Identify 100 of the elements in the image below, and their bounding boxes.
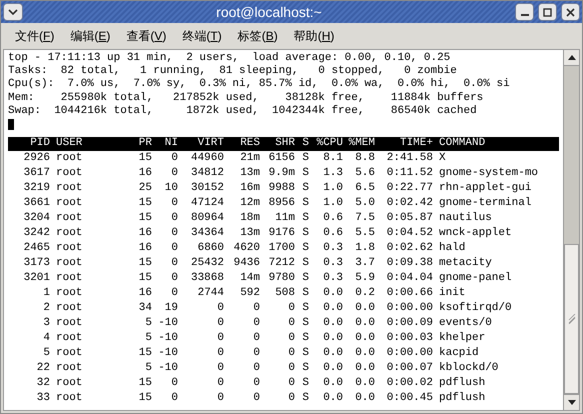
table-cell-text: 0.2 (354, 286, 375, 300)
table-cell-text: 0 (287, 362, 295, 376)
table-cell-text: 0.0 (322, 332, 343, 346)
table-cell-text: S (301, 182, 309, 196)
table-cell-text: 34812 (190, 166, 224, 180)
table-cell-text: S (301, 272, 309, 286)
table-cell-text: 3204 (22, 212, 50, 226)
window-menu-button[interactable] (3, 3, 23, 21)
table-cell-text: 5 (42, 346, 50, 360)
menu-item[interactable]: 终端(T) (176, 25, 228, 47)
table-cell-text: gnome-panel (438, 272, 513, 286)
table-cell-text: 0 (252, 376, 260, 390)
table-cell-text: 0:05.87 (386, 212, 433, 226)
table-cell-text: root (55, 182, 84, 196)
column-header: %CPU (316, 137, 343, 151)
table-cell-text: 0 (170, 392, 178, 406)
summary-line: Cpu(s): 7.0% us, 7.0% sy, 0.3% ni, 85.7% id, 0.0% wa, 0.0% hi, 0.0% si (8, 78, 511, 92)
table-cell-text: 0 (216, 376, 224, 390)
table-cell-text: 16 (138, 226, 152, 240)
table-cell-text: -10 (157, 332, 178, 346)
table-cell-text: 0 (287, 332, 295, 346)
column-header: S (301, 137, 309, 151)
minimize-button[interactable] (515, 3, 534, 21)
table-cell-text: S (301, 286, 309, 300)
menu-item[interactable]: 帮助(H) (288, 25, 340, 47)
table-cell-text: root (55, 242, 84, 256)
column-header: RES (239, 137, 260, 151)
table-cell-text: 5.6 (354, 166, 375, 180)
table-cell-text: 16m (239, 182, 260, 196)
table-cell-text: S (301, 196, 309, 210)
table-cell-text: 0.0 (322, 376, 343, 390)
scroll-up-button[interactable] (564, 50, 579, 66)
table-cell-text: 508 (274, 286, 295, 300)
table-cell-text: S (301, 302, 309, 316)
arrow-up-icon (568, 55, 576, 60)
table-cell-text: 5 (144, 332, 152, 346)
scroll-down-button[interactable] (564, 394, 579, 410)
table-cell-text: 0 (216, 362, 224, 376)
table-cell-text: root (55, 152, 84, 166)
chevron-down-icon (8, 8, 18, 16)
table-cell-text: 0:00.02 (386, 376, 433, 390)
table-cell-text: 30152 (190, 182, 224, 196)
table-cell-text: 0.0 (322, 392, 343, 406)
table-cell-text: 2:41.58 (386, 152, 433, 166)
table-cell-text: 34364 (190, 226, 224, 240)
table-cell-text: nautilus (438, 212, 493, 226)
table-cell-text: 15 (138, 152, 152, 166)
table-cell-text: 10 (164, 182, 178, 196)
table-cell-text: 0 (252, 392, 260, 406)
menu-item[interactable]: 查看(V) (120, 25, 172, 47)
table-cell-text: 0 (287, 302, 295, 316)
column-header: NI (164, 137, 178, 151)
table-cell-text: 9.9m (268, 166, 295, 180)
table-cell-text: 0.0 (354, 392, 375, 406)
table-cell-text: 0 (287, 392, 295, 406)
table-cell-text: 0.3 (322, 242, 343, 256)
table-cell-text: 0.3 (322, 256, 343, 270)
table-cell-text: 12m (239, 196, 260, 210)
table-cell-text: 3661 (22, 196, 50, 210)
summary-line: Tasks: 82 total, 1 running, 81 sleeping, 0 stopped, 0 zombie (8, 65, 458, 78)
table-cell-text: 80964 (190, 212, 224, 226)
table-cell-text: 0.0 (354, 362, 375, 376)
table-cell-text: 7212 (268, 256, 295, 270)
table-cell-text: pdflush (438, 376, 486, 390)
table-cell-text: S (301, 362, 309, 376)
table-cell-text: 33868 (190, 272, 224, 286)
table-cell-text: 0.0 (322, 302, 343, 316)
menu-item[interactable]: 编辑(E) (64, 25, 116, 47)
table-cell-text: -10 (157, 362, 178, 376)
table-cell-text: 0 (216, 392, 224, 406)
table-cell-text: kacpid (438, 346, 480, 360)
summary-line: top - 17:11:13 up 31 min, 2 users, load average: 0.00, 0.10, 0.25 (8, 52, 452, 65)
column-header: %MEM (348, 137, 375, 151)
table-cell-text: 22 (36, 362, 50, 376)
table-cell-text: S (301, 226, 309, 240)
table-cell-text: 44960 (190, 152, 224, 166)
table-cell-text: 32 (36, 376, 50, 390)
menu-item[interactable]: 文件(F) (9, 25, 60, 47)
menu-item[interactable]: 标签(B) (232, 25, 284, 47)
scroll-thumb[interactable] (564, 244, 579, 394)
table-cell-text: 15 (138, 376, 152, 390)
close-button[interactable] (561, 3, 580, 21)
maximize-button[interactable] (538, 3, 557, 21)
table-cell-text: 2926 (22, 152, 50, 166)
column-header: SHR (274, 137, 295, 151)
table-cell-text: 0 (252, 302, 260, 316)
table-cell-text: 0.0 (354, 302, 375, 316)
table-cell-text: kblockd/0 (438, 362, 500, 376)
scrollbar[interactable] (563, 50, 579, 410)
table-cell-text: S (301, 332, 309, 346)
table-cell-text: 0.0 (354, 316, 375, 330)
table-cell-text: 0.0 (322, 286, 343, 300)
table-cell-text: gnome-system-mo (438, 166, 540, 180)
table-cell-text: -10 (157, 316, 178, 330)
table-cell-text: 5 (144, 362, 152, 376)
table-cell-text: 2744 (196, 286, 224, 300)
table-cell-text: 21m (239, 152, 260, 166)
table-cell-text: 15 (138, 346, 152, 360)
table-cell-text: 0 (170, 242, 178, 256)
table-cell-text: 18m (239, 212, 260, 226)
